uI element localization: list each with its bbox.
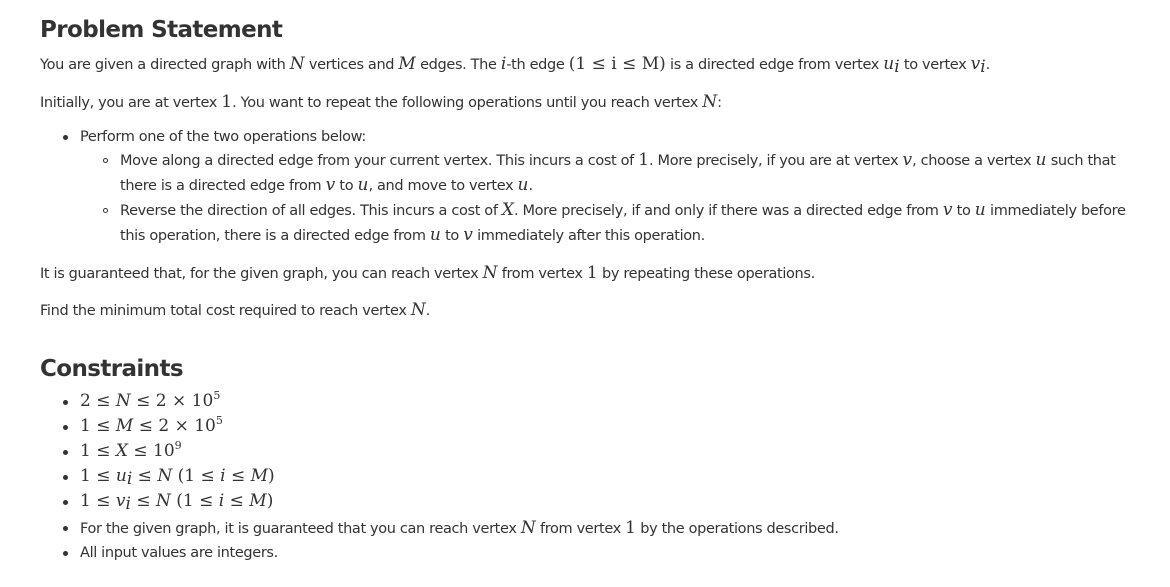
bullet-icon	[63, 500, 68, 505]
bullet-icon	[63, 400, 68, 405]
operation-reverse-line1: Reverse the direction of all edges. This…	[120, 200, 1126, 220]
operation-move-line1: Move along a directed edge from your cur…	[120, 150, 1116, 170]
constraint-v: 1 ≤ vi ≤ N (1 ≤ i ≤ M)	[80, 491, 274, 514]
constraints-heading: Constraints	[40, 356, 184, 382]
operation-move-line2: there is a directed edge from v to u, an…	[120, 175, 533, 195]
operations-bullet: Perform one of the two operations below:	[80, 129, 366, 145]
constraint-n: 2 ≤ N ≤ 2 × 105	[80, 389, 221, 411]
constraint-x: 1 ≤ X ≤ 109	[80, 439, 182, 461]
sub-bullet-icon	[103, 208, 108, 213]
intro-paragraph: You are given a directed graph with N ve…	[40, 54, 990, 77]
problem-statement-heading: Problem Statement	[40, 17, 283, 43]
bullet-icon	[63, 135, 68, 140]
initial-paragraph: Initially, you are at vertex 1. You want…	[40, 92, 722, 112]
constraint-integers: All input values are integers.	[80, 545, 278, 561]
bullet-icon	[63, 450, 68, 455]
guarantee-paragraph: It is guaranteed that, for the given gra…	[40, 263, 815, 283]
bullet-icon	[63, 526, 68, 531]
operation-reverse-line2: this operation, there is a directed edge…	[120, 225, 705, 245]
sub-bullet-icon	[103, 158, 108, 163]
bullet-icon	[63, 425, 68, 430]
constraint-u: 1 ≤ ui ≤ N (1 ≤ i ≤ M)	[80, 466, 275, 489]
bullet-icon	[63, 551, 68, 556]
bullet-icon	[63, 475, 68, 480]
constraint-m: 1 ≤ M ≤ 2 × 105	[80, 414, 223, 436]
constraint-reachable: For the given graph, it is guaranteed th…	[80, 518, 839, 538]
task-paragraph: Find the minimum total cost required to …	[40, 300, 430, 320]
